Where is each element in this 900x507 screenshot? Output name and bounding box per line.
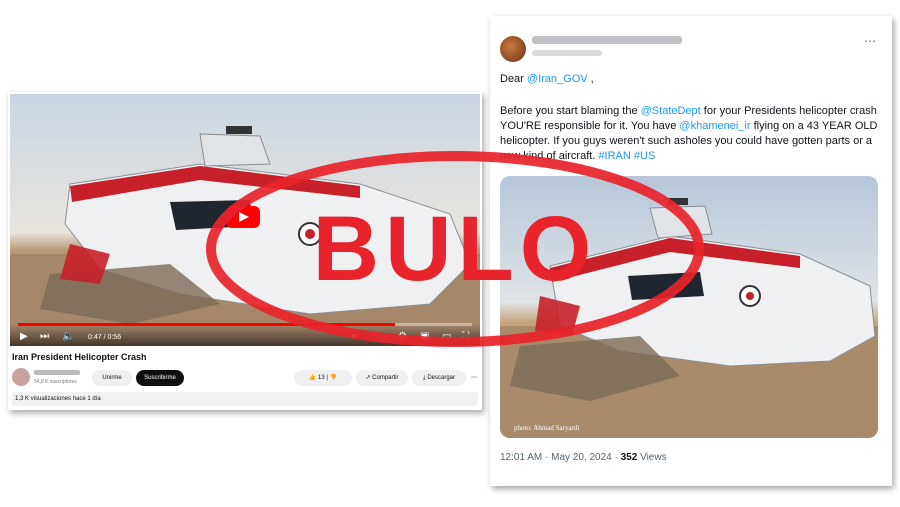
- views-count: 352: [620, 452, 638, 463]
- stamp-label: BULO: [312, 197, 598, 300]
- next-icon[interactable]: ⏭: [40, 331, 49, 342]
- share-label: Compartir: [372, 375, 399, 381]
- body-text-1: Before you start blaming the: [500, 105, 641, 117]
- channel-avatar[interactable]: [12, 368, 30, 386]
- channel-name-redacted[interactable]: [34, 370, 80, 375]
- mention-khamenei[interactable]: @khamenei_ir: [679, 120, 750, 132]
- subscriber-count: 54,8 K suscriptores: [34, 379, 77, 385]
- tweet-meta: 12:01 AM · May 20, 2024 · 352 Views: [500, 452, 667, 463]
- like-dislike-button[interactable]: 👍 13 | 👎: [294, 370, 352, 386]
- tweet-greeting: Dear @Iran_GOV ,: [500, 72, 880, 87]
- like-count: 13: [318, 375, 325, 381]
- join-button[interactable]: Unirme: [92, 370, 132, 386]
- mention-iran-gov[interactable]: @Iran_GOV: [527, 73, 588, 85]
- ellipsis-icon[interactable]: ⋯: [468, 370, 480, 386]
- share-button[interactable]: ↗ Compartir: [356, 370, 408, 386]
- views-label: Views: [637, 452, 667, 463]
- video-time: 0:47 / 0:56: [88, 334, 122, 341]
- subscribe-button[interactable]: Suscribirme: [136, 370, 184, 386]
- download-label: Descargar: [427, 375, 455, 381]
- user-name-redacted[interactable]: [532, 36, 682, 44]
- dislike-icon: | 👎: [324, 375, 338, 381]
- greeting-text: Dear: [500, 73, 527, 85]
- user-handle-redacted[interactable]: [532, 50, 602, 56]
- more-options-icon[interactable]: ⋯: [864, 34, 876, 48]
- greeting-suffix: ,: [587, 73, 594, 85]
- tweet-timestamp[interactable]: 12:01 AM · May 20, 2024 ·: [500, 452, 621, 463]
- play-icon[interactable]: ▶: [20, 331, 28, 342]
- like-icon: 👍: [308, 375, 319, 381]
- mention-statedept[interactable]: @StateDept: [641, 105, 701, 117]
- video-description[interactable]: 1,3 K visualizaciones hace 1 día: [12, 392, 478, 406]
- video-title[interactable]: Iran President Helicopter Crash: [12, 352, 147, 362]
- fact-check-stamp: BULO: [205, 150, 705, 348]
- photo-credit: photo: Ahmad Saryardi: [514, 424, 580, 432]
- user-avatar[interactable]: [500, 36, 526, 62]
- volume-icon[interactable]: 🔈: [62, 331, 74, 342]
- download-button[interactable]: ⤓ Descargar: [412, 370, 466, 386]
